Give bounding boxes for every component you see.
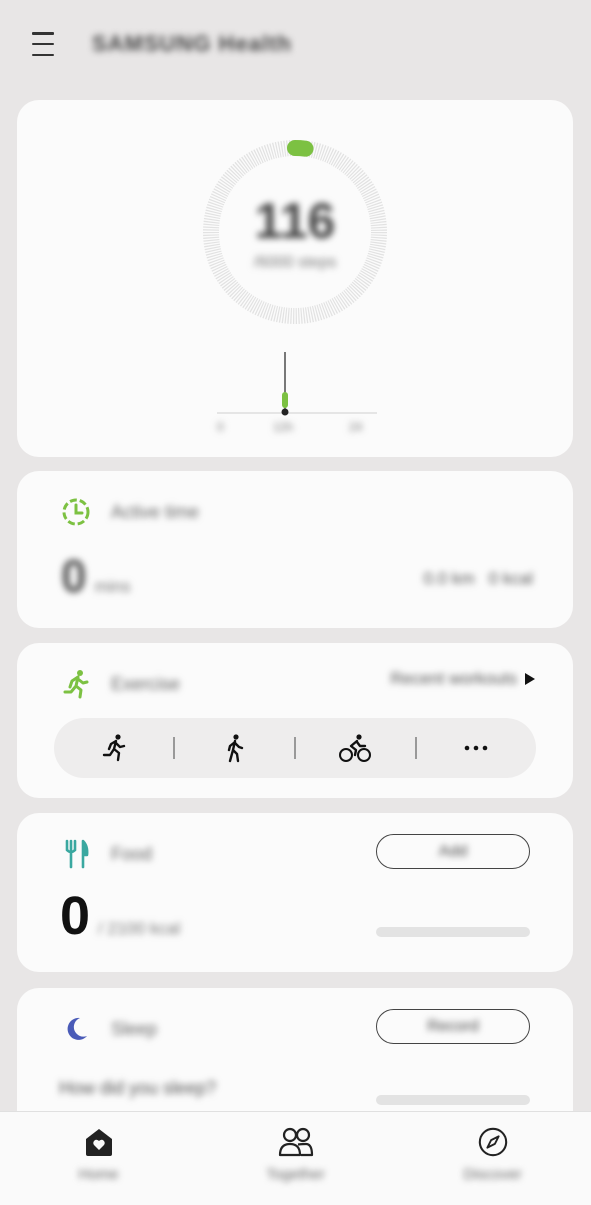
food-add-label: Add (438, 842, 468, 860)
active-time-value: 0 (61, 550, 87, 602)
more-icon (465, 745, 488, 751)
moon-icon (59, 1012, 93, 1046)
play-arrow-icon (525, 673, 535, 685)
walk-icon (227, 734, 243, 763)
menu-icon[interactable] (32, 32, 60, 56)
active-time-icon (59, 495, 93, 529)
app-title: SAMSUNG Health (92, 31, 292, 56)
sleep-record-label: Record (427, 1017, 479, 1035)
compass-icon (478, 1127, 507, 1157)
exercise-title: Exercise (111, 673, 181, 694)
nav-discover-label: Discover (463, 1166, 522, 1183)
steps-count: 116 (254, 193, 336, 249)
chart-label-now: 12h (273, 420, 294, 434)
food-calories-value: 0 (60, 886, 91, 946)
exercise-card[interactable]: Exercise Recent workouts (17, 643, 573, 798)
chart-label-start: 0 (217, 420, 224, 434)
active-time-title: Active time (111, 501, 200, 522)
sleep-title: Sleep (111, 1018, 158, 1039)
steps-ring: 116 /6000 steps (200, 137, 390, 327)
exercise-run-button[interactable] (54, 718, 173, 778)
recent-workouts-link[interactable]: Recent workouts (390, 669, 535, 689)
steps-hourly-chart: 0 12h 24 (217, 350, 377, 440)
exercise-more-button[interactable] (417, 718, 536, 778)
food-title: Food (111, 843, 153, 864)
sleep-progress-bar (376, 1095, 530, 1105)
people-icon (278, 1127, 313, 1157)
bike-icon (339, 734, 372, 762)
chart-bar (282, 392, 288, 408)
exercise-bike-button[interactable] (296, 718, 415, 778)
food-card[interactable]: Food Add 0 / 2100 kcal (17, 813, 573, 972)
sleep-question: How did you sleep? (59, 1078, 217, 1098)
nav-home[interactable]: Home (0, 1112, 197, 1205)
home-icon (85, 1129, 112, 1156)
exercise-quick-bar (54, 718, 536, 778)
steps-goal: /6000 steps (253, 254, 337, 271)
recent-workouts-label: Recent workouts (390, 669, 517, 688)
chart-marker-dot (281, 408, 289, 416)
nav-discover[interactable]: Discover (394, 1112, 591, 1205)
active-calories: 0 kcal (488, 569, 533, 588)
steps-card[interactable]: 116 /6000 steps 0 12h 24 (17, 100, 573, 457)
app-header: SAMSUNG Health (0, 0, 591, 88)
fork-knife-icon (59, 837, 93, 871)
sleep-record-button[interactable]: Record (376, 1009, 530, 1044)
nav-together-label: Together (266, 1166, 325, 1183)
active-time-card[interactable]: Active time 0 mins 0.0 km 0 kcal (17, 471, 573, 628)
food-calories-unit: / 2100 kcal (98, 919, 181, 938)
nav-home-label: Home (78, 1166, 119, 1183)
run-icon (102, 734, 125, 762)
food-progress-bar (376, 927, 530, 937)
exercise-run-icon (59, 667, 93, 701)
active-distance: 0.0 km (423, 569, 475, 588)
food-add-button[interactable]: Add (376, 834, 530, 869)
nav-together[interactable]: Together (197, 1112, 394, 1205)
chart-label-end: 24 (349, 420, 363, 434)
bottom-nav: Home Together Discover (0, 1111, 591, 1205)
exercise-walk-button[interactable] (175, 718, 294, 778)
active-time-unit: mins (94, 577, 131, 596)
